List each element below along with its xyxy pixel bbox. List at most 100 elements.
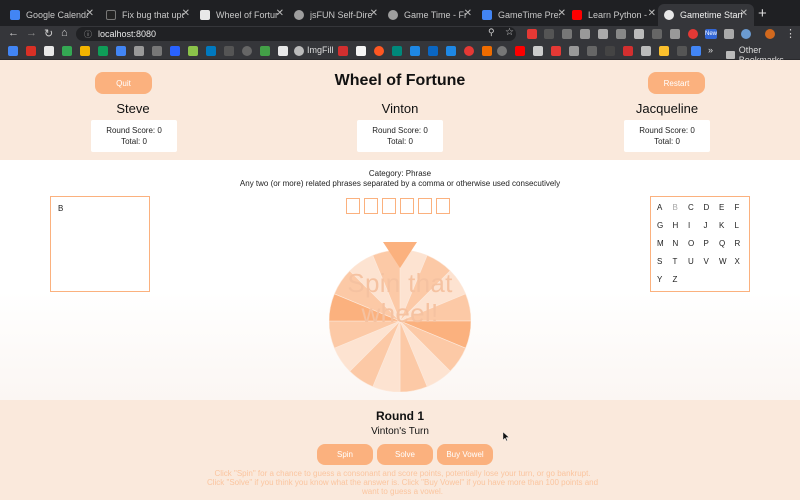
search-icon[interactable]: ⚲ — [488, 27, 495, 38]
tab-gametime-presentation[interactable]: GameTime Presen ✕ — [476, 4, 572, 26]
extension-icon[interactable] — [688, 29, 698, 39]
letter-l[interactable]: L — [735, 221, 751, 239]
extension-icon[interactable] — [527, 29, 537, 39]
new-tab-button[interactable]: + — [758, 5, 767, 22]
bookmark-icon[interactable] — [641, 46, 651, 56]
spin-button[interactable]: Spin — [317, 444, 373, 465]
letter-v[interactable]: V — [704, 257, 720, 275]
letter-r[interactable]: R — [735, 239, 751, 257]
gmail-icon[interactable] — [26, 46, 36, 56]
tab-jsfun[interactable]: jsFUN Self-Directi ✕ — [288, 4, 384, 26]
tab-fix-bug[interactable]: Fix bug that upda ✕ — [100, 4, 196, 26]
bookmark-icon[interactable] — [605, 46, 615, 56]
reload-icon[interactable]: ↻ — [44, 27, 53, 40]
bookmark-icon[interactable] — [188, 46, 198, 56]
letter-z[interactable]: Z — [673, 275, 689, 293]
bookmark-icon[interactable] — [98, 46, 108, 56]
tab-gametime-starter[interactable]: Gametime Starter ✕ — [658, 4, 754, 26]
close-icon[interactable]: ✕ — [464, 8, 472, 19]
extension-icon[interactable] — [562, 29, 572, 39]
globe-icon[interactable] — [294, 46, 304, 56]
close-icon[interactable]: ✕ — [86, 8, 94, 19]
letter-h[interactable]: H — [673, 221, 689, 239]
bookmark-icon[interactable] — [134, 46, 144, 56]
bookmark-icon[interactable] — [533, 46, 543, 56]
tab-google-calendar[interactable]: Google Calendar ✕ — [4, 4, 100, 26]
bookmark-imgfill[interactable]: ImgFill — [307, 45, 334, 55]
letter-d[interactable]: D — [704, 203, 720, 221]
letter-s[interactable]: S — [657, 257, 673, 275]
bookmark-icon[interactable] — [691, 46, 701, 56]
extension-icon[interactable] — [652, 29, 662, 39]
letter-c[interactable]: C — [688, 203, 704, 221]
url-input[interactable]: ⓘ localhost:8080 — [76, 27, 516, 41]
bookmark-icon[interactable] — [410, 46, 420, 56]
bookmark-icon[interactable] — [446, 46, 456, 56]
letter-b[interactable]: B — [673, 203, 689, 221]
back-arrow-icon[interactable]: ← — [8, 27, 19, 39]
extension-icon[interactable] — [616, 29, 626, 39]
bookmark-icon[interactable] — [551, 46, 561, 56]
youtube-icon[interactable] — [515, 46, 525, 56]
home-icon[interactable]: ⌂ — [61, 27, 68, 39]
letter-f[interactable]: F — [735, 203, 751, 221]
trello-icon[interactable] — [206, 46, 216, 56]
bookmark-icon[interactable] — [497, 46, 507, 56]
more-bookmarks-icon[interactable]: » — [708, 45, 713, 55]
letter-q[interactable]: Q — [719, 239, 735, 257]
tab-wheel-of-fortune[interactable]: Wheel of Fortune ✕ — [194, 4, 290, 26]
solve-button[interactable]: Solve — [377, 444, 433, 465]
extension-icon[interactable] — [580, 29, 590, 39]
bookmark-icon[interactable] — [677, 46, 687, 56]
letter-e[interactable]: E — [719, 203, 735, 221]
linkedin-icon[interactable] — [428, 46, 438, 56]
bookmark-icon[interactable] — [356, 46, 366, 56]
extension-icon[interactable] — [670, 29, 680, 39]
bookmark-icon[interactable] — [659, 46, 669, 56]
close-icon[interactable]: ✕ — [182, 8, 190, 19]
extension-icon[interactable] — [724, 29, 734, 39]
close-icon[interactable]: ✕ — [276, 8, 284, 19]
letter-k[interactable]: K — [719, 221, 735, 239]
bookmark-icon[interactable] — [260, 46, 270, 56]
letter-w[interactable]: W — [719, 257, 735, 275]
bookmark-icon[interactable] — [569, 46, 579, 56]
letter-y[interactable]: Y — [657, 275, 673, 293]
letter-i[interactable]: I — [688, 221, 704, 239]
extension-icon[interactable] — [634, 29, 644, 39]
letter-a[interactable]: A — [657, 203, 673, 221]
menu-icon[interactable]: ⋮ — [785, 27, 796, 40]
bookmark-icon[interactable] — [224, 46, 234, 56]
bookmark-icon[interactable] — [44, 46, 54, 56]
letter-u[interactable]: U — [688, 257, 704, 275]
restart-button[interactable]: Restart — [648, 72, 705, 94]
forward-arrow-icon[interactable]: → — [26, 27, 37, 39]
bookmark-icon[interactable] — [152, 46, 162, 56]
github-icon[interactable] — [242, 46, 252, 56]
bookmark-icon[interactable] — [278, 46, 288, 56]
tab-learn-python[interactable]: Learn Python - Fu ✕ — [566, 4, 662, 26]
bookmark-icon[interactable] — [623, 46, 633, 56]
bookmark-icon[interactable] — [170, 46, 180, 56]
close-icon[interactable]: ✕ — [648, 8, 656, 19]
bookmark-icon[interactable] — [338, 46, 348, 56]
extension-icon[interactable] — [544, 29, 554, 39]
letter-x[interactable]: X — [735, 257, 751, 275]
bookmark-icon[interactable] — [392, 46, 402, 56]
bookmark-icon[interactable] — [8, 46, 18, 56]
tab-game-time[interactable]: Game Time - Fron ✕ — [382, 4, 478, 26]
extension-icon[interactable] — [598, 29, 608, 39]
close-icon[interactable]: ✕ — [740, 8, 748, 19]
profile-avatar[interactable] — [765, 29, 775, 39]
letter-m[interactable]: M — [657, 239, 673, 257]
bookmark-icon[interactable] — [482, 46, 492, 56]
drive-icon[interactable] — [62, 46, 72, 56]
star-icon[interactable]: ☆ — [505, 27, 514, 38]
letter-p[interactable]: P — [704, 239, 720, 257]
bookmark-icon[interactable] — [116, 46, 126, 56]
close-icon[interactable]: ✕ — [558, 8, 566, 19]
buy-vowel-button[interactable]: Buy Vowel — [437, 444, 493, 465]
letter-o[interactable]: O — [688, 239, 704, 257]
letter-n[interactable]: N — [673, 239, 689, 257]
bookmark-icon[interactable] — [587, 46, 597, 56]
